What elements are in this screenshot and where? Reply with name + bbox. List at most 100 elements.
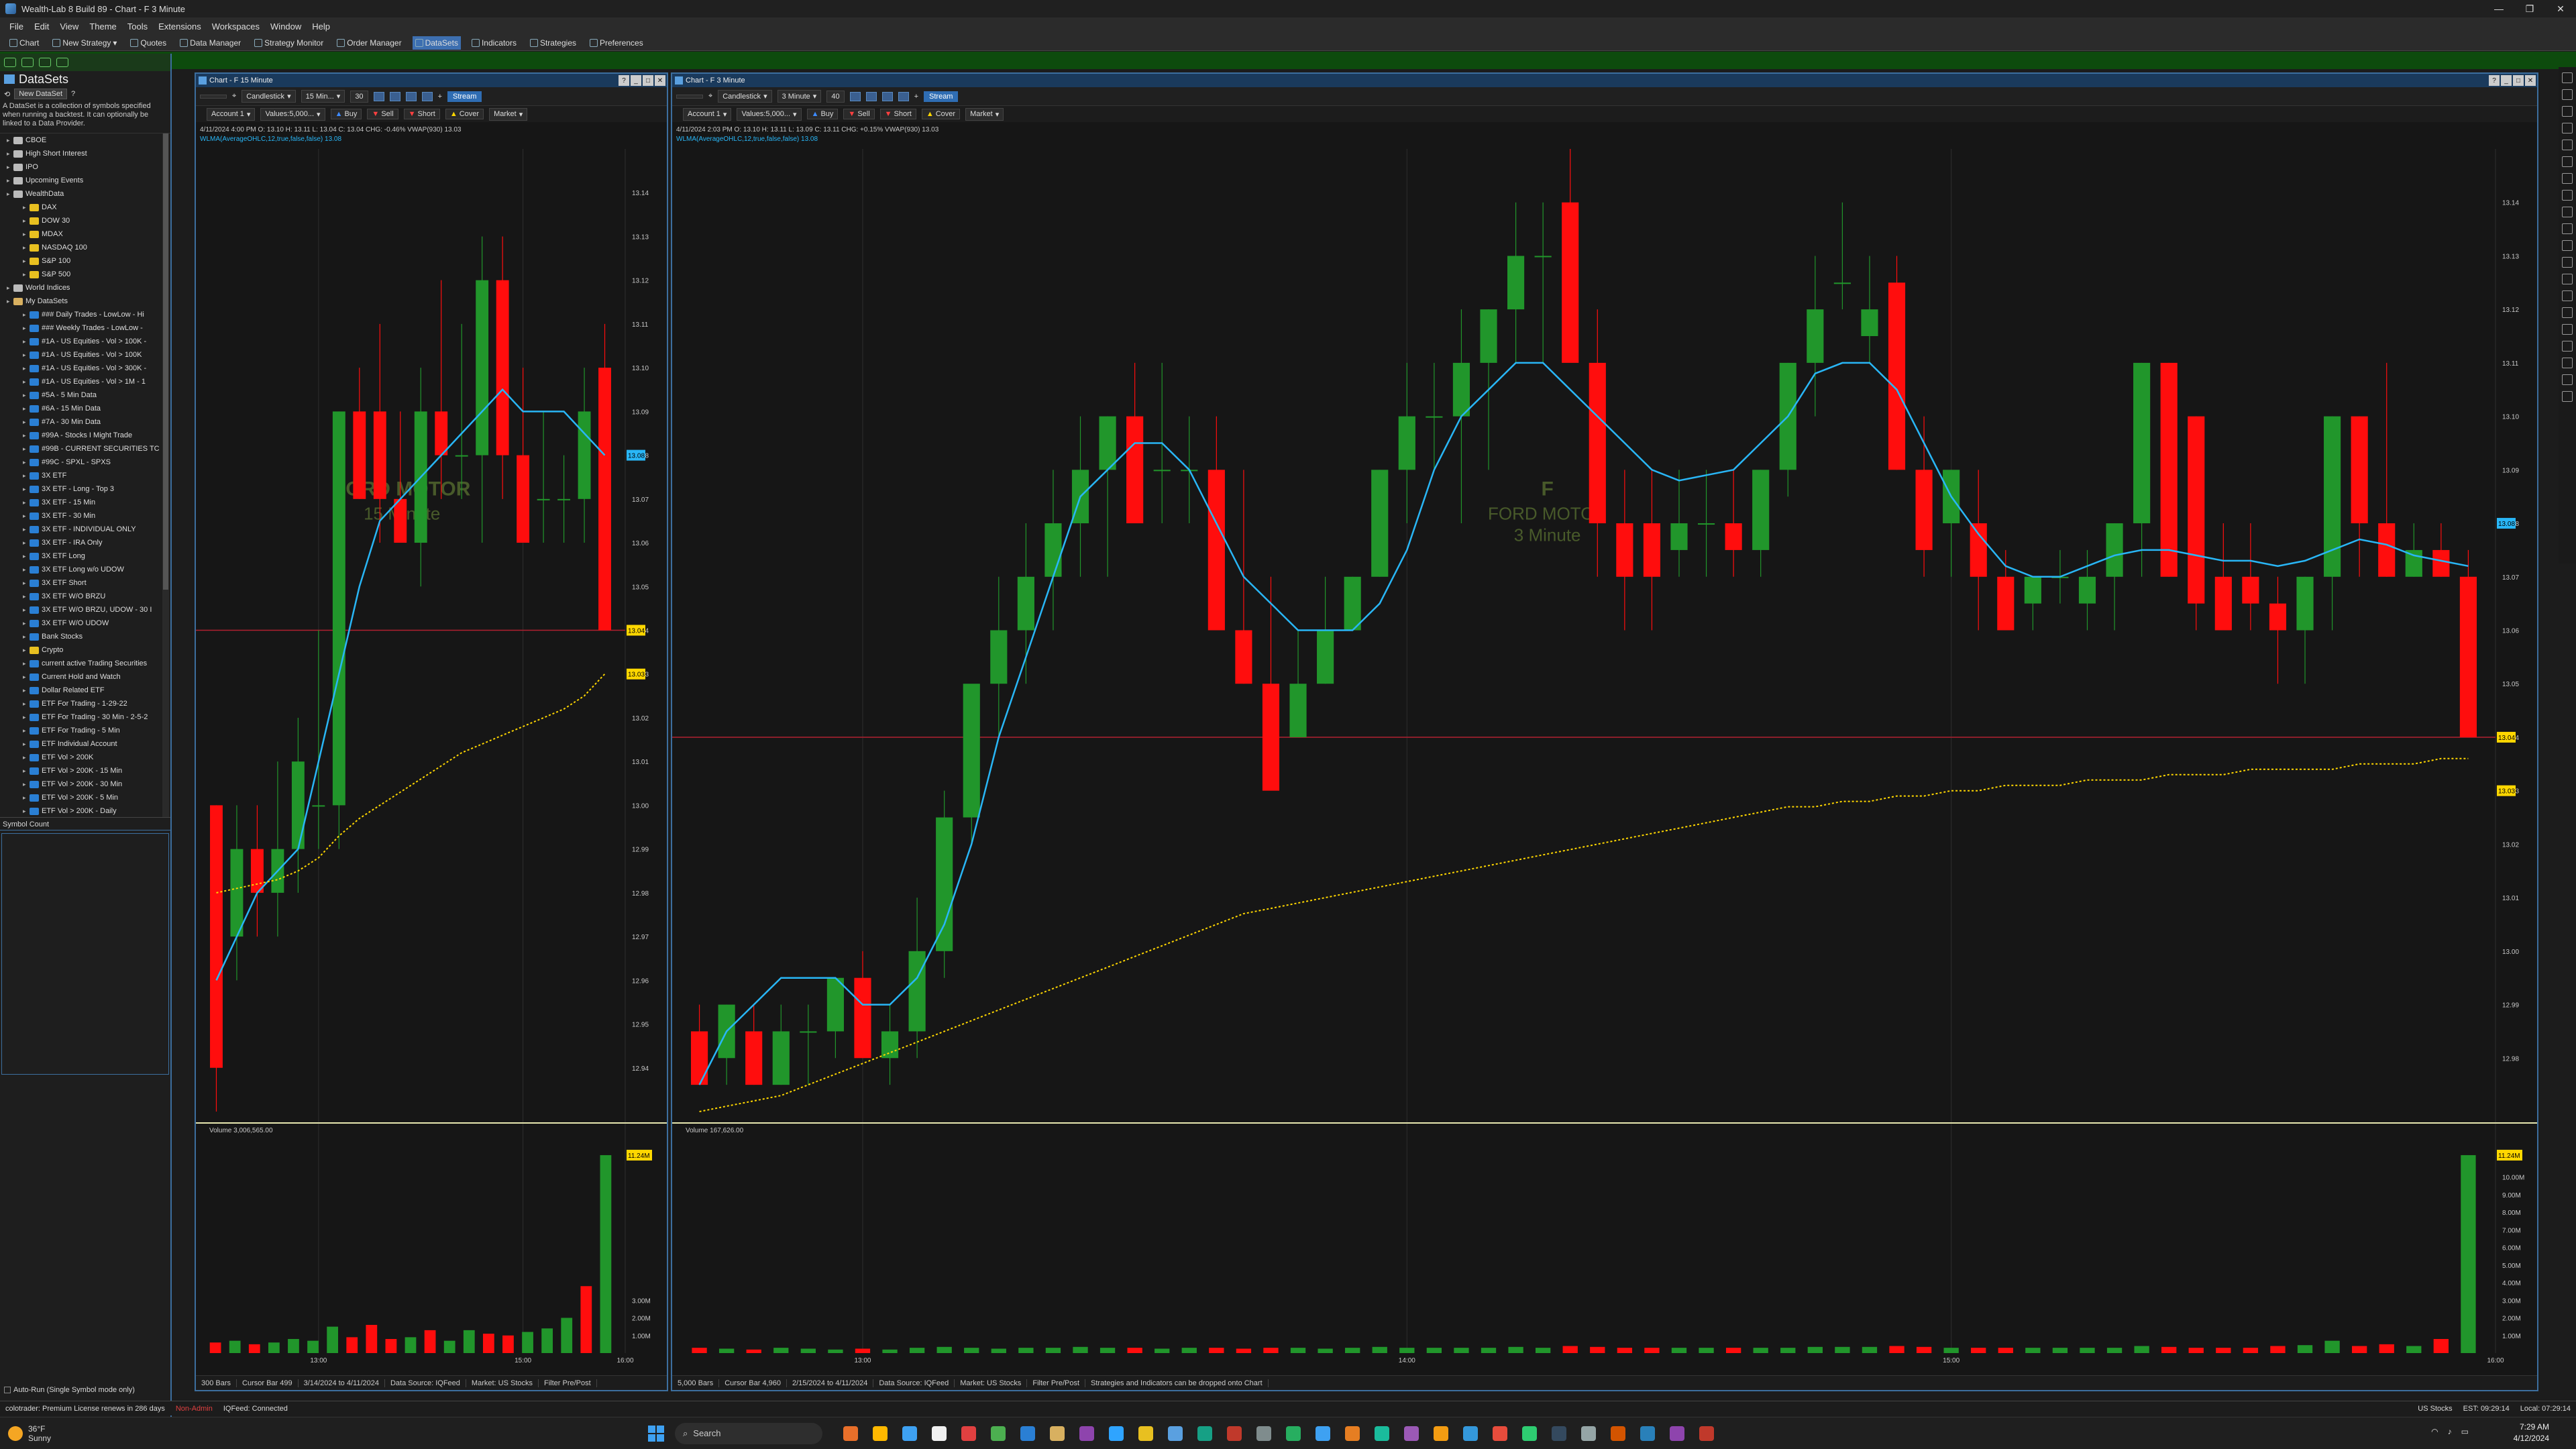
cover-button[interactable]: ▲ Cover <box>921 109 961 119</box>
taskbar-app-icon[interactable] <box>1640 1426 1655 1441</box>
toolbar-icon-1[interactable] <box>373 91 384 101</box>
dataset-tree-item[interactable]: ▸ WealthData <box>0 187 170 201</box>
strategies-tab-icon[interactable] <box>39 58 51 67</box>
marker-tool-icon[interactable] <box>2562 341 2573 352</box>
rect-tool-icon[interactable] <box>2562 190 2573 201</box>
expand-arrow-icon[interactable]: ▸ <box>23 459 30 466</box>
refresh-icon[interactable]: ⟲ <box>4 90 10 99</box>
toolbar-icon-2[interactable] <box>865 91 877 101</box>
toolbar-icon-4[interactable] <box>898 91 909 101</box>
menu-extensions[interactable]: Extensions <box>158 21 201 32</box>
line-tool-icon[interactable] <box>2562 106 2573 117</box>
dataset-tree-item[interactable]: ▸ 3X ETF - INDIVIDUAL ONLY <box>0 523 170 536</box>
minimize-button[interactable]: — <box>2483 0 2514 17</box>
help-icon[interactable]: ? <box>71 90 75 98</box>
taskbar-app-icon[interactable] <box>961 1426 976 1441</box>
strategies-button[interactable]: Strategies <box>527 36 579 50</box>
expand-arrow-icon[interactable]: ▸ <box>23 486 30 493</box>
expand-arrow-icon[interactable]: ▸ <box>23 432 30 439</box>
dataset-tree-item[interactable]: ▸ 3X ETF <box>0 469 170 482</box>
toolbar-icon-2[interactable] <box>389 91 400 101</box>
help-icon[interactable]: ? <box>619 75 629 86</box>
taskbar-app-icon[interactable] <box>1050 1426 1065 1441</box>
buy-button[interactable]: ▲ Buy <box>330 109 362 119</box>
taskbar-app-icon[interactable] <box>1375 1426 1389 1441</box>
close-icon[interactable]: ✕ <box>655 75 665 86</box>
expand-arrow-icon[interactable]: ▸ <box>23 378 30 386</box>
expand-arrow-icon[interactable]: ▸ <box>23 687 30 694</box>
sell-button[interactable]: ▼ Sell <box>367 109 398 119</box>
buy-button[interactable]: ▲ Buy <box>806 109 839 119</box>
expand-arrow-icon[interactable]: ▸ <box>23 271 30 278</box>
expand-arrow-icon[interactable]: ▸ <box>23 767 30 775</box>
system-tray[interactable]: ◠ ♪ ▭ <box>2431 1427 2469 1436</box>
dataset-tree-item[interactable]: ▸ 3X ETF Long w/o UDOW <box>0 563 170 576</box>
menu-window[interactable]: Window <box>270 21 301 32</box>
dataset-tree-item[interactable]: ▸ #1A - US Equities - Vol > 300K - <box>0 362 170 375</box>
menu-file[interactable]: File <box>9 21 23 32</box>
expand-arrow-icon[interactable]: ▸ <box>23 727 30 735</box>
toolbar-icon-3[interactable] <box>405 91 417 101</box>
expand-arrow-icon[interactable]: ▸ <box>7 150 13 158</box>
brush-tool-icon[interactable] <box>2562 358 2573 368</box>
taskbar-app-icon[interactable] <box>991 1426 1006 1441</box>
dataset-tree-item[interactable]: ▸ My DataSets <box>0 294 170 308</box>
cursor-icon[interactable]: ⌖ <box>232 92 236 101</box>
autorun-checkbox[interactable]: Auto-Run (Single Symbol mode only) <box>4 1386 135 1394</box>
expand-arrow-icon[interactable]: ▸ <box>23 714 30 721</box>
expand-arrow-icon[interactable]: ▸ <box>23 633 30 641</box>
start-button[interactable] <box>648 1425 664 1442</box>
dataset-tree-item[interactable]: ▸ CBOE <box>0 133 170 147</box>
maximize-button[interactable]: ❐ <box>2514 0 2545 17</box>
taskbar-app-icon[interactable] <box>1611 1426 1625 1441</box>
scale-dropdown[interactable]: 15 Min... ▾ <box>301 90 345 103</box>
dataset-tree-item[interactable]: ▸ Bank Stocks <box>0 630 170 643</box>
taskbar-app-icon[interactable] <box>1020 1426 1035 1441</box>
expand-arrow-icon[interactable]: ▸ <box>23 204 30 211</box>
expand-arrow-icon[interactable]: ▸ <box>7 298 13 305</box>
account-dropdown[interactable]: Account 1 ▾ <box>207 107 256 121</box>
expand-arrow-icon[interactable]: ▸ <box>23 338 30 345</box>
expand-arrow-icon[interactable]: ▸ <box>23 700 30 708</box>
ellipse-tool-icon[interactable] <box>2562 207 2573 217</box>
dataset-tree-item[interactable]: ▸ 3X ETF Short <box>0 576 170 590</box>
dataset-tree-item[interactable]: ▸ ### Weekly Trades - LowLow - <box>0 321 170 335</box>
dataset-tree-item[interactable]: ▸ Crypto <box>0 643 170 657</box>
expand-arrow-icon[interactable]: ▸ <box>23 580 30 587</box>
scrollbar-thumb[interactable] <box>163 133 168 590</box>
dataset-tree-item[interactable]: ▸ #99A - Stocks I Might Trade <box>0 429 170 442</box>
taskbar-app-icon[interactable] <box>1552 1426 1566 1441</box>
maximize-icon[interactable]: □ <box>2513 75 2524 86</box>
expand-arrow-icon[interactable]: ▸ <box>7 191 13 198</box>
dataset-tree-item[interactable]: ▸ MDAX <box>0 227 170 241</box>
lock-tool-icon[interactable] <box>2562 391 2573 402</box>
text-tool-icon[interactable] <box>2562 223 2573 234</box>
close-button[interactable]: ✕ <box>2545 0 2576 17</box>
expand-arrow-icon[interactable]: ▸ <box>23 674 30 681</box>
minimize-icon[interactable]: _ <box>2501 75 2512 86</box>
battery-icon[interactable]: ▭ <box>2461 1427 2469 1436</box>
menu-help[interactable]: Help <box>312 21 330 32</box>
taskbar-app-icon[interactable] <box>1699 1426 1714 1441</box>
menu-theme[interactable]: Theme <box>89 21 116 32</box>
dataset-tree-item[interactable]: ▸ ETF Vol > 200K <box>0 751 170 764</box>
menu-workspaces[interactable]: Workspaces <box>212 21 260 32</box>
symbol-input[interactable] <box>200 94 227 99</box>
taskbar-app-icon[interactable] <box>1168 1426 1183 1441</box>
taskbar-app-icon[interactable] <box>1345 1426 1360 1441</box>
dataset-tree-item[interactable]: ▸ ETF For Trading - 1-29-22 <box>0 697 170 710</box>
short-button[interactable]: ▼ Short <box>879 109 916 119</box>
dataset-tree-item[interactable]: ▸ 3X ETF W/O BRZU <box>0 590 170 603</box>
dataset-tree-item[interactable]: ▸ 3X ETF Long <box>0 549 170 563</box>
taskbar-app-icon[interactable] <box>902 1426 917 1441</box>
datasets-button[interactable]: DataSets <box>412 36 461 50</box>
order-manager-button[interactable]: Order Manager <box>334 36 404 50</box>
dataset-tree-item[interactable]: ▸ World Indices <box>0 281 170 294</box>
dataset-tree-item[interactable]: ▸ ETF For Trading - 5 Min <box>0 724 170 737</box>
cursor-icon[interactable]: ⌖ <box>708 92 712 101</box>
expand-arrow-icon[interactable]: ▸ <box>7 137 13 144</box>
taskbar-app-icon[interactable] <box>1434 1426 1448 1441</box>
toolbar-icon-4[interactable] <box>421 91 433 101</box>
symbol-input[interactable] <box>676 94 703 99</box>
cursor-tool-icon[interactable] <box>2562 72 2573 83</box>
